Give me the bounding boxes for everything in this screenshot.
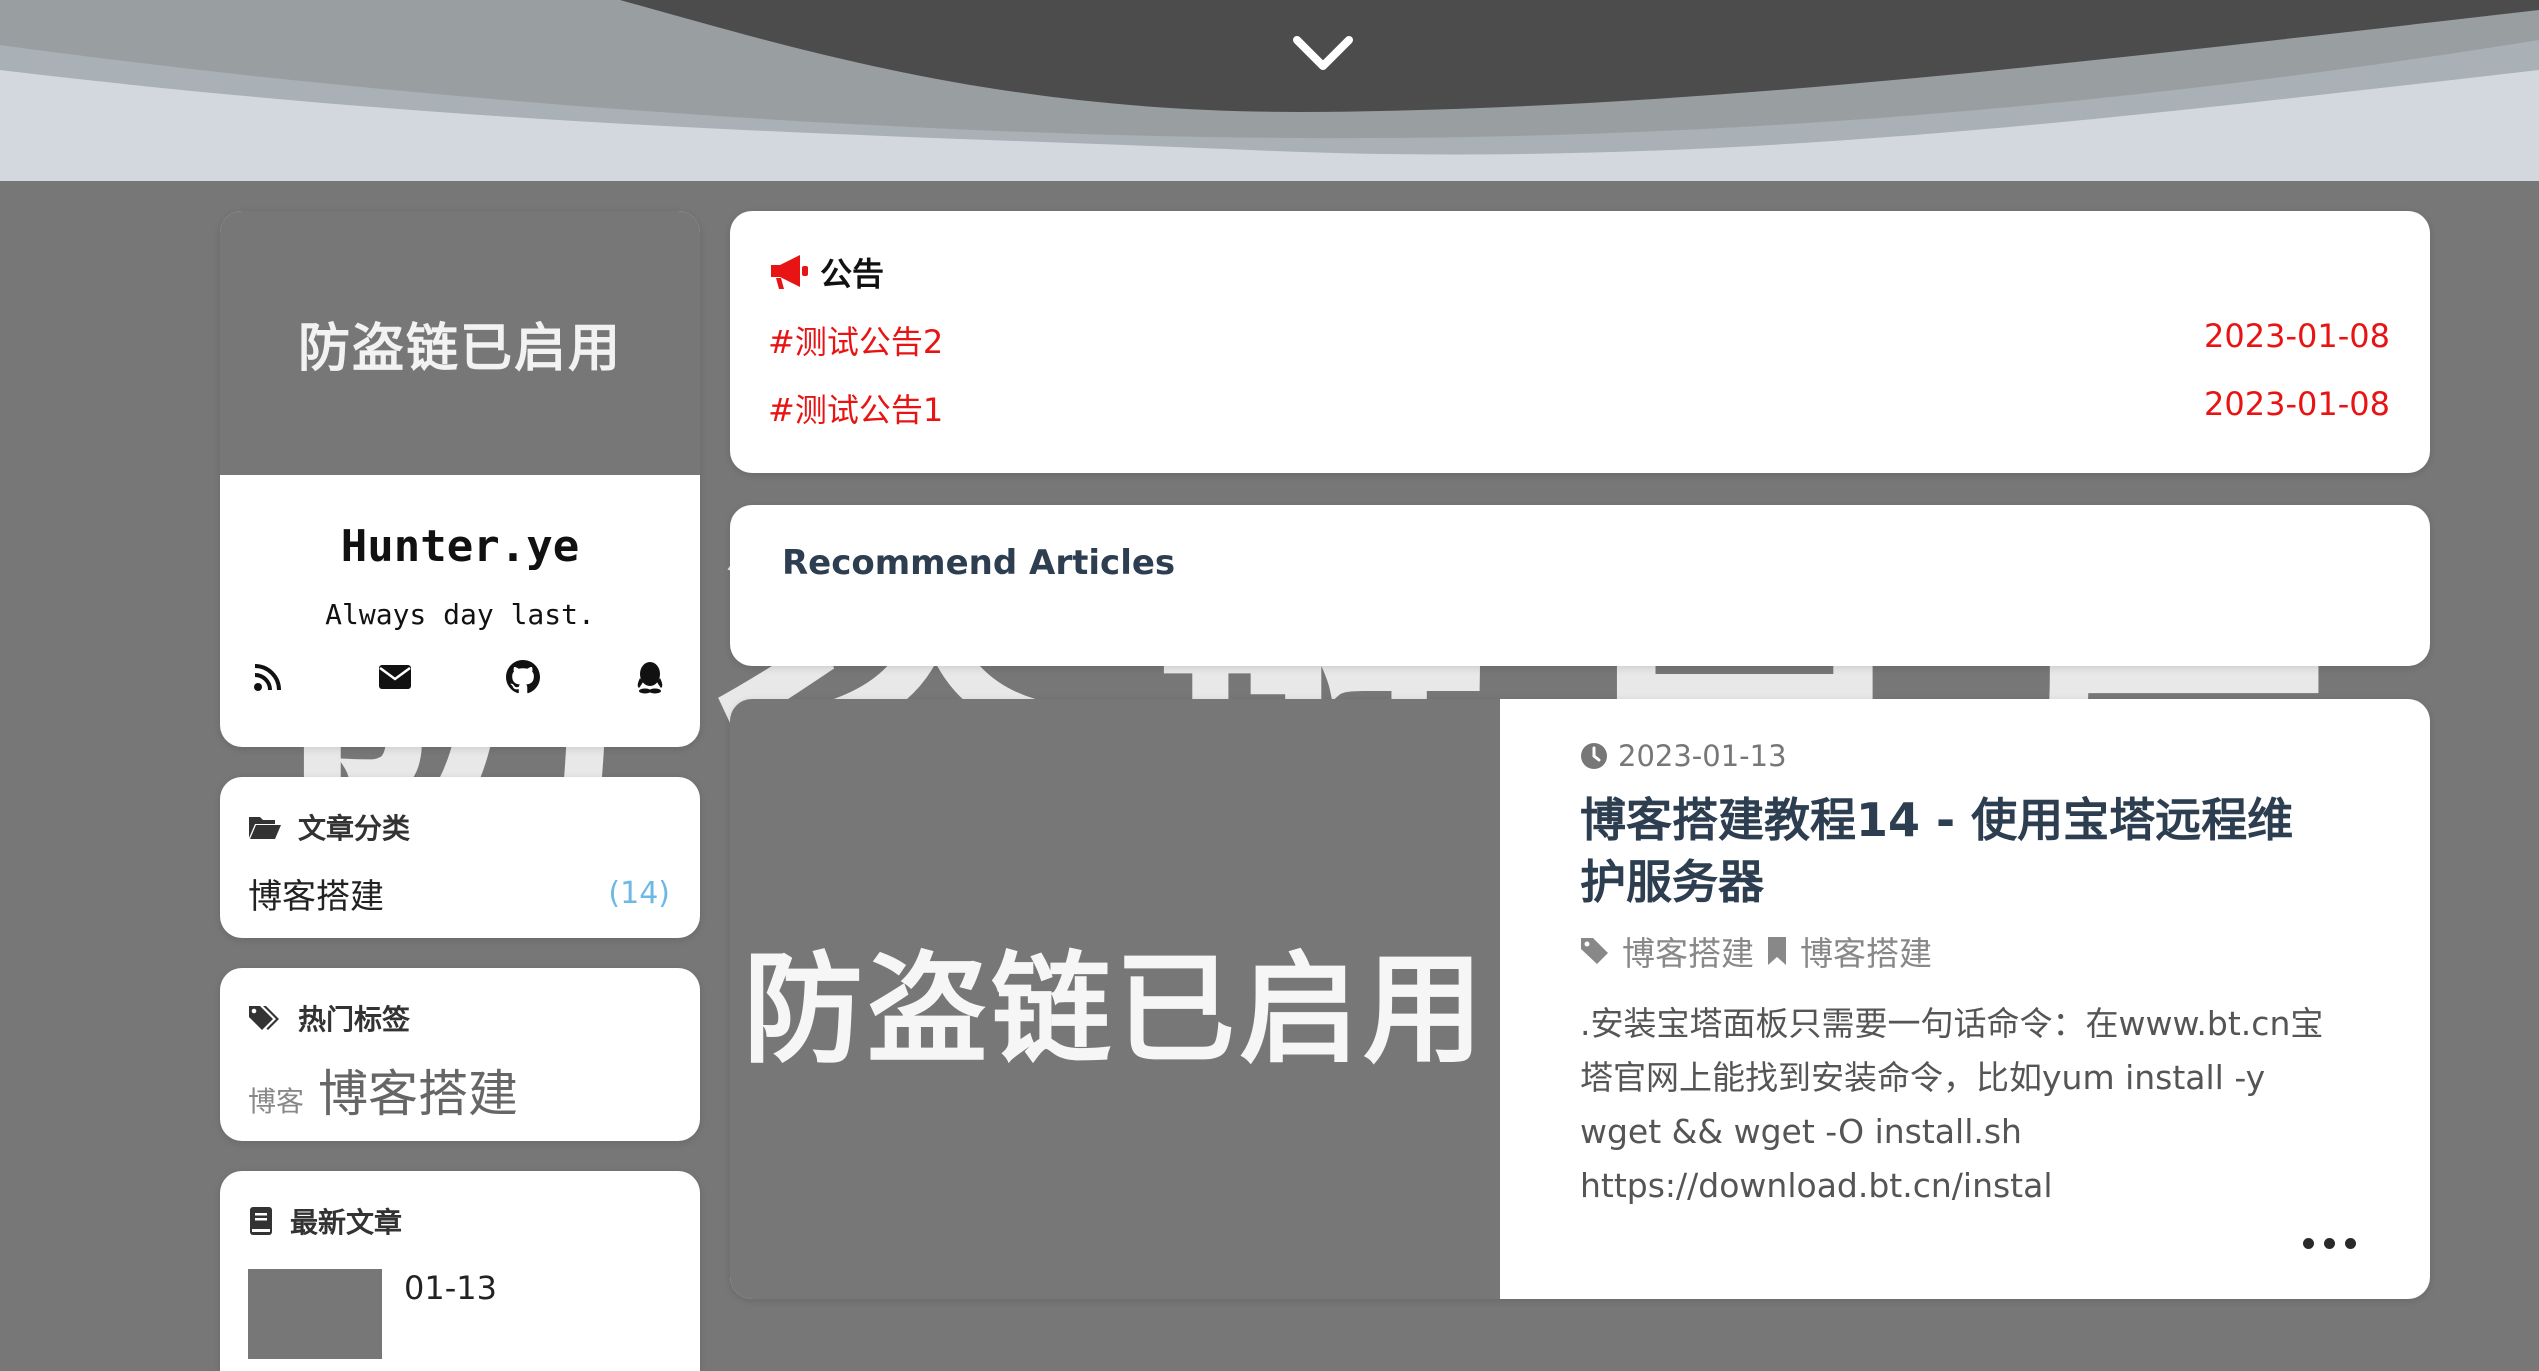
category-item[interactable]: 博客搭建 (14) [248,869,670,918]
bullhorn-icon [771,255,808,289]
tag-link[interactable]: 博客搭建 [318,1054,518,1126]
recent-posts-widget: 最新文章 01-13 [220,1171,700,1371]
author-name: Hunter.ye [340,521,580,572]
announcement-item[interactable]: #测试公告2 2023-01-08 [768,317,2390,363]
article-cover-text: 防盗链已启用 [743,941,1487,1080]
recent-post-date: 01-13 [404,1269,497,1307]
tag-cloud: 博客 博客搭建 [248,1054,670,1126]
chevron-down-icon [1293,36,1353,70]
recommend-title: Recommend Articles [782,543,1176,583]
article-body: 2023-01-13 博客搭建教程14 - 使用宝塔远程维护服务器 博客搭建 博… [1500,699,2430,1299]
rss-icon [254,664,281,691]
bookmark-icon [1768,937,1786,965]
social-links [220,659,700,695]
tags-icon [249,1006,279,1030]
announcement-date: 2023-01-08 [2204,317,2390,355]
rss-link[interactable] [250,659,286,695]
article-tag-link[interactable]: 博客搭建 [1622,927,1754,975]
folder-open-icon [249,817,281,839]
mail-icon [379,665,412,689]
categories-widget: 文章分类 博客搭建 (14) [220,777,700,938]
announcement-item[interactable]: #测试公告1 2023-01-08 [768,385,2390,431]
book-icon [250,1207,272,1235]
article-date: 2023-01-13 [1618,739,1787,773]
article-category-link[interactable]: 博客搭建 [1800,927,1932,975]
more-dot-icon [2303,1238,2314,1249]
recent-title: 最新文章 [290,1206,403,1239]
category-count: (14) [608,876,670,911]
announcement-date: 2023-01-08 [2204,385,2390,423]
github-icon [505,660,540,694]
announcement-text: #测试公告1 [768,391,944,429]
article-card: 防盗链已启用 2023-01-13 博客搭建教程14 - 使用宝塔远程维护服务器… [730,699,2430,1299]
author-motto: Always day last. [325,598,595,631]
profile-cover: 防盗链已启用 [220,211,700,475]
announcement-text: #测试公告2 [768,323,944,361]
tag-icon [1581,938,1608,964]
categories-header: 文章分类 [248,807,670,847]
profile-cover-text: 防盗链已启用 [297,318,622,379]
header-banner [0,0,2539,181]
article-cover[interactable]: 防盗链已启用 [730,699,1500,1299]
recent-post-thumbnail [248,1269,382,1359]
recommend-articles-card: Recommend Articles [730,505,2430,666]
more-dot-icon [2345,1238,2356,1249]
clock-icon [1581,743,1607,769]
hot-tags-widget: 热门标签 博客 博客搭建 [220,968,700,1141]
recent-post-item[interactable]: 01-13 [248,1269,670,1359]
wave-decoration [0,0,2539,181]
tags-header: 热门标签 [248,998,670,1038]
qq-link[interactable] [632,659,668,695]
github-link[interactable] [505,659,541,695]
article-meta: 博客搭建 博客搭建 [1580,927,2330,975]
article-date-row: 2023-01-13 [1580,739,2330,773]
more-button[interactable] [2303,1238,2356,1249]
announcement-title: 公告 [820,255,885,293]
qq-icon [637,662,663,694]
categories-title: 文章分类 [298,812,411,845]
article-title[interactable]: 博客搭建教程14 - 使用宝塔远程维护服务器 [1580,789,2330,913]
article-excerpt: .安装宝塔面板只需要一句话命令：在www.bt.cn宝塔官网上能找到安装命令，比… [1580,1004,2324,1205]
announcement-header: 公告 [768,249,2390,295]
recent-header: 最新文章 [248,1201,670,1241]
tags-title: 热门标签 [298,1003,411,1036]
more-dot-icon [2324,1238,2335,1249]
scroll-down-button[interactable] [1291,34,1361,80]
email-link[interactable] [377,659,413,695]
profile-card: 防盗链已启用 Hunter.ye Always day last. [220,211,700,747]
category-name: 博客搭建 [248,877,384,917]
tag-link[interactable]: 博客 [248,1080,304,1120]
announcement-card: 公告 #测试公告2 2023-01-08 #测试公告1 2023-01-08 [730,211,2430,473]
